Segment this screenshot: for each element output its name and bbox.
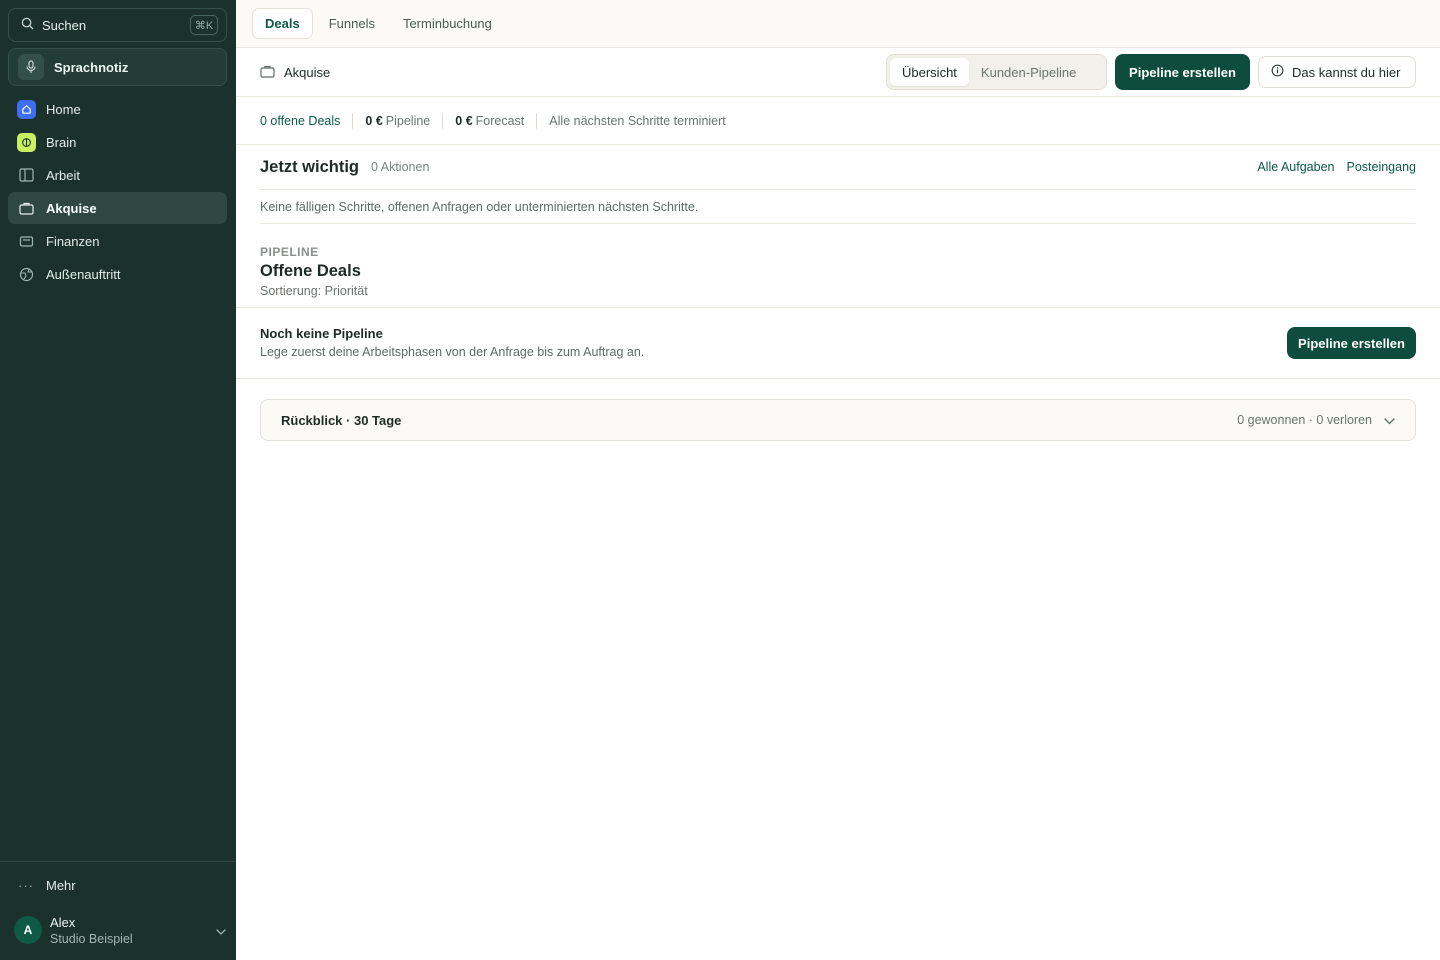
stats-bar: 0 offene Deals 0 € Pipeline 0 € Forecast…	[236, 97, 1440, 145]
user-org: Studio Beispiel	[50, 931, 133, 946]
sidebar: Suchen ⌘K Sprachnotiz Home Brain Arbeit	[0, 0, 236, 960]
help-button[interactable]: Das kannst du hier	[1258, 56, 1416, 88]
home-icon	[17, 99, 36, 119]
search-label: Suchen	[42, 17, 87, 33]
pipeline-sort[interactable]: Sortierung: Priorität	[260, 284, 1416, 298]
now-count: 0 Aktionen	[371, 160, 430, 174]
brain-icon	[17, 132, 36, 152]
stat-pipeline-value: 0 €	[365, 113, 383, 128]
globe-icon	[17, 265, 36, 284]
stat-next-steps: Alle nächsten Schritte terminiert	[549, 113, 726, 128]
sidebar-item-arbeit[interactable]: Arbeit	[8, 159, 227, 191]
help-label: Das kannst du hier	[1292, 64, 1401, 80]
more-label: Mehr	[46, 877, 76, 893]
columns-icon	[17, 166, 36, 185]
user-name: Alex	[50, 914, 76, 930]
divider	[536, 112, 538, 129]
create-pipeline-button[interactable]: Pipeline erstellen	[1287, 327, 1416, 359]
inbox-link[interactable]: Posteingang	[1346, 160, 1416, 174]
sidebar-item-label: Akquise	[46, 200, 97, 216]
search-shortcut: ⌘K	[190, 15, 218, 35]
pipeline-header: PIPELINE Offene Deals Sortierung: Priori…	[236, 224, 1440, 308]
top-tabs: Deals Funnels Terminbuchung	[236, 0, 1440, 48]
info-icon	[1271, 64, 1284, 80]
tab-terminbuchung[interactable]: Terminbuchung	[391, 8, 504, 39]
divider	[352, 112, 354, 129]
chevron-down-icon	[216, 923, 226, 938]
user-names: Alex Studio Beispiel	[50, 915, 216, 946]
all-tasks-link[interactable]: Alle Aufgaben	[1257, 160, 1334, 174]
review-accordion[interactable]: Rückblick · 30 Tage 0 gewonnen · 0 verlo…	[260, 399, 1416, 441]
segment-uebersicht[interactable]: Übersicht	[890, 58, 969, 86]
sidebar-item-brain[interactable]: Brain	[8, 126, 227, 158]
stat-pipeline: 0 € Pipeline	[365, 114, 430, 128]
sidebar-item-label: Finanzen	[46, 233, 100, 249]
sidebar-item-aussenauftritt[interactable]: Außenauftritt	[8, 258, 227, 290]
stat-forecast-label: Forecast	[475, 113, 525, 128]
review-title: Rückblick · 30 Tage	[281, 412, 402, 428]
sidebar-item-label: Brain	[46, 134, 77, 150]
dots-icon: ···	[18, 877, 34, 893]
now-title: Jetzt wichtig	[260, 157, 360, 176]
now-links: Alle Aufgaben Posteingang	[1245, 160, 1416, 174]
now-section-header: Jetzt wichtig 0 Aktionen Alle Aufgaben P…	[260, 145, 1416, 190]
page-header: Akquise Übersicht Kunden-Pipeline Pipeli…	[236, 48, 1440, 97]
stat-pipeline-label: Pipeline	[385, 113, 431, 128]
breadcrumb-label: Akquise	[284, 64, 331, 80]
sidebar-item-finanzen[interactable]: Finanzen	[8, 225, 227, 257]
main-content: Deals Funnels Terminbuchung Akquise Über…	[236, 0, 1440, 960]
pipeline-eyebrow: PIPELINE	[260, 245, 319, 259]
review-summary: 0 gewonnen · 0 verloren	[1237, 413, 1372, 427]
briefcase-icon	[260, 64, 275, 81]
sidebar-item-mehr[interactable]: ··· Mehr	[8, 870, 76, 900]
sidebar-item-label: Arbeit	[46, 167, 80, 183]
divider	[442, 112, 444, 129]
user-menu[interactable]: A Alex Studio Beispiel	[14, 912, 226, 948]
view-switcher: Übersicht Kunden-Pipeline	[886, 54, 1107, 90]
voice-note-label: Sprachnotiz	[54, 59, 129, 75]
no-pipeline-title: Noch keine Pipeline	[260, 326, 383, 341]
stat-forecast-value: 0 €	[455, 113, 473, 128]
sidebar-divider	[0, 861, 236, 862]
briefcase-icon	[17, 199, 36, 218]
tab-funnels[interactable]: Funnels	[317, 8, 387, 39]
segment-kunden-pipeline[interactable]: Kunden-Pipeline	[969, 58, 1088, 86]
chevron-down-icon	[1384, 413, 1395, 428]
search-icon	[21, 17, 34, 33]
avatar: A	[14, 916, 42, 944]
sidebar-item-label: Home	[46, 101, 81, 117]
wallet-icon	[17, 232, 36, 251]
sidebar-item-label: Außenauftritt	[46, 266, 121, 282]
stat-open-deals[interactable]: 0 offene Deals	[260, 114, 340, 128]
search-button[interactable]: Suchen ⌘K	[8, 8, 227, 42]
sidebar-item-akquise[interactable]: Akquise	[8, 192, 227, 224]
mic-icon	[18, 54, 44, 80]
voice-note-button[interactable]: Sprachnotiz	[8, 48, 227, 86]
no-pipeline-card: Noch keine Pipeline Lege zuerst deine Ar…	[236, 308, 1440, 379]
tab-deals[interactable]: Deals	[252, 8, 313, 39]
create-pipeline-button[interactable]: Pipeline erstellen	[1115, 54, 1250, 90]
stat-forecast: 0 € Forecast	[455, 114, 524, 128]
now-empty-state: Keine fälligen Schritte, offenen Anfrage…	[260, 190, 1416, 224]
sidebar-item-home[interactable]: Home	[8, 93, 227, 125]
pipeline-title: Offene Deals	[260, 262, 361, 280]
no-pipeline-description: Lege zuerst deine Arbeitsphasen von der …	[260, 345, 645, 359]
sidebar-nav: Home Brain Arbeit Akquise Finanzen Außen…	[8, 93, 227, 291]
breadcrumb: Akquise	[260, 64, 330, 81]
